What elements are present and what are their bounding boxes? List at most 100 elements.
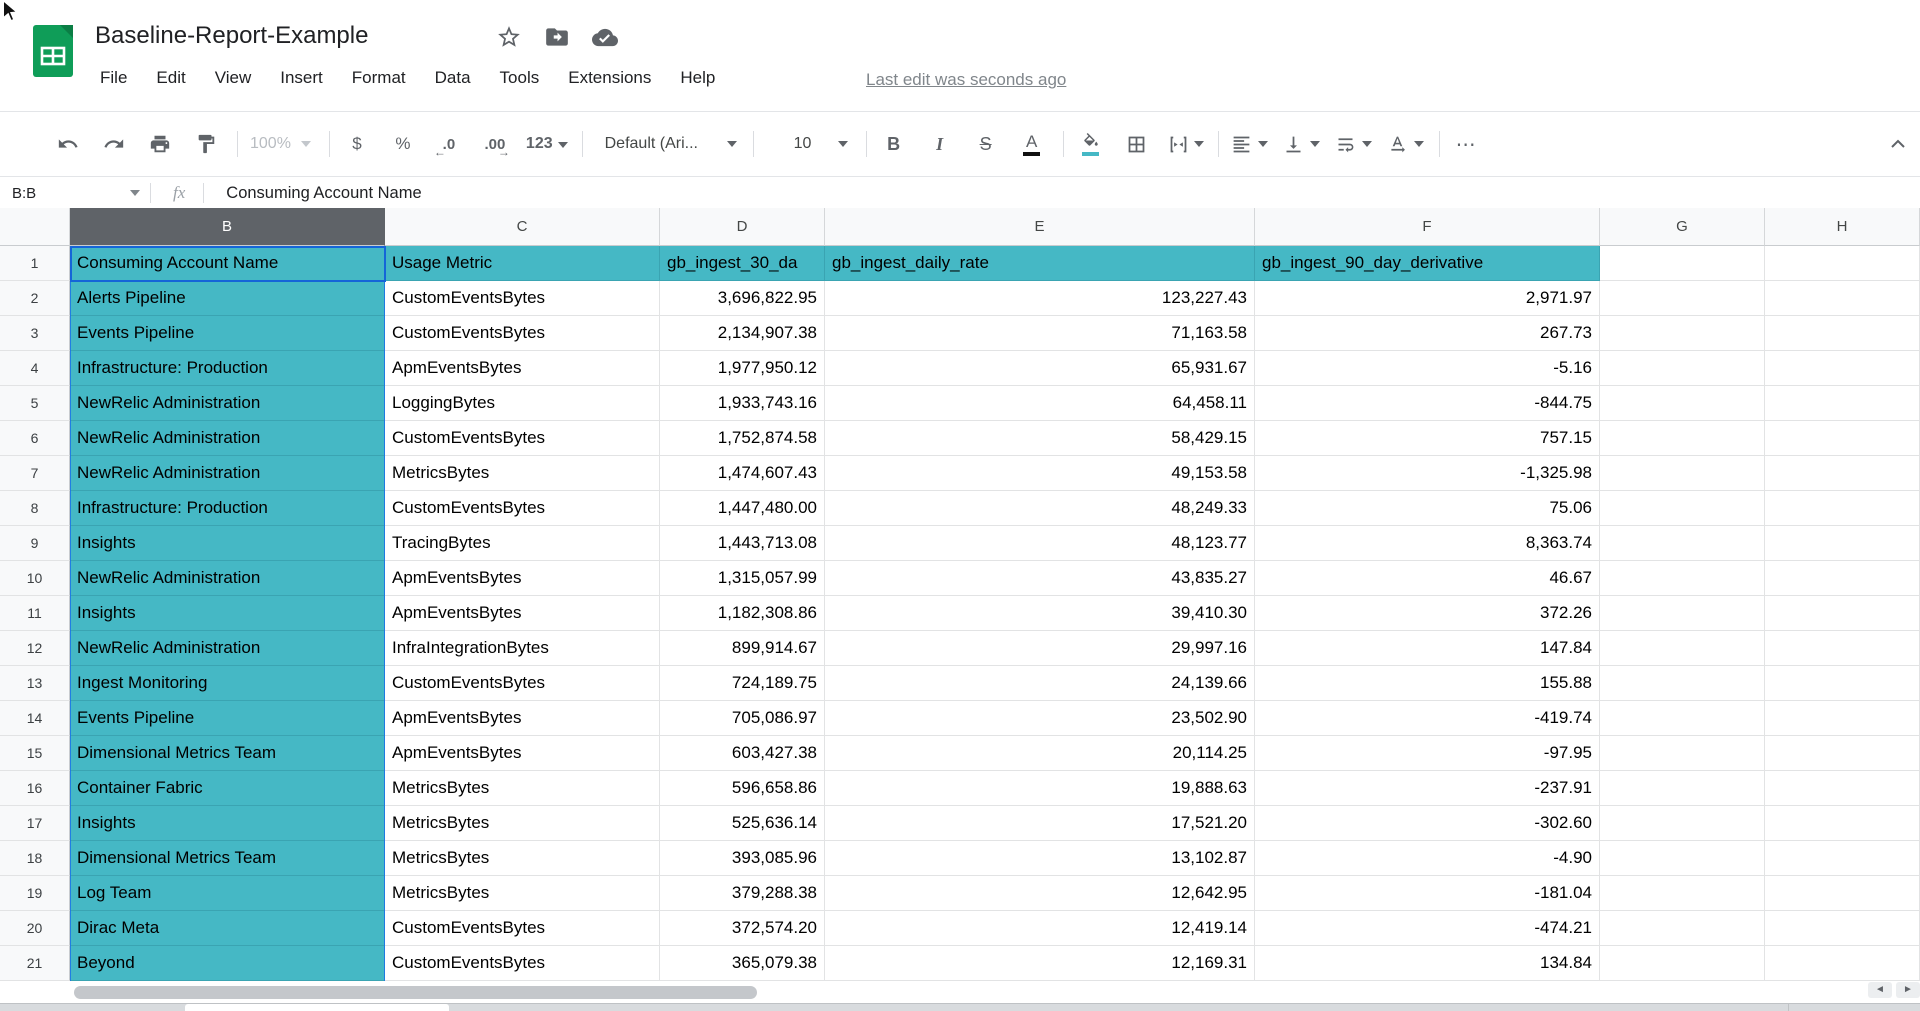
cell-D18[interactable]: 393,085.96 (660, 841, 825, 876)
cell-E13[interactable]: 24,139.66 (825, 666, 1255, 701)
cell-E11[interactable]: 39,410.30 (825, 596, 1255, 631)
cell-F18[interactable]: -4.90 (1255, 841, 1600, 876)
cell-D4[interactable]: 1,977,950.12 (660, 351, 825, 386)
cell-E10[interactable]: 43,835.27 (825, 561, 1255, 596)
cell-G18[interactable] (1600, 841, 1765, 876)
cell-F16[interactable]: -237.91 (1255, 771, 1600, 806)
cell-B6[interactable]: NewRelic Administration (70, 421, 385, 456)
cell-F15[interactable]: -97.95 (1255, 736, 1600, 771)
cell-D8[interactable]: 1,447,480.00 (660, 491, 825, 526)
row-header-12[interactable]: 12 (0, 631, 70, 666)
cell-E12[interactable]: 29,997.16 (825, 631, 1255, 666)
row-header-18[interactable]: 18 (0, 841, 70, 876)
cell-C9[interactable]: TracingBytes (385, 526, 660, 561)
cell-B21[interactable]: Beyond (70, 946, 385, 981)
cell-E7[interactable]: 49,153.58 (825, 456, 1255, 491)
cell-G5[interactable] (1600, 386, 1765, 421)
cell-H11[interactable] (1765, 596, 1920, 631)
cell-E17[interactable]: 17,521.20 (825, 806, 1255, 841)
cell-G1[interactable] (1600, 246, 1765, 281)
cell-F4[interactable]: -5.16 (1255, 351, 1600, 386)
italic-button[interactable]: I (925, 129, 955, 159)
vertical-align-button[interactable] (1283, 134, 1320, 155)
cell-B14[interactable]: Events Pipeline (70, 701, 385, 736)
cell-E6[interactable]: 58,429.15 (825, 421, 1255, 456)
more-toolbar-button[interactable]: ⋯ (1452, 129, 1482, 159)
cell-B7[interactable]: NewRelic Administration (70, 456, 385, 491)
row-header-11[interactable]: 11 (0, 596, 70, 631)
text-color-button[interactable]: A (1017, 129, 1047, 159)
name-box[interactable]: B:B (0, 178, 150, 208)
cell-B15[interactable]: Dimensional Metrics Team (70, 736, 385, 771)
cell-D20[interactable]: 372,574.20 (660, 911, 825, 946)
cell-E8[interactable]: 48,249.33 (825, 491, 1255, 526)
cell-C12[interactable]: InfraIntegrationBytes (385, 631, 660, 666)
cell-C20[interactable]: CustomEventsBytes (385, 911, 660, 946)
cell-D6[interactable]: 1,752,874.58 (660, 421, 825, 456)
cell-C13[interactable]: CustomEventsBytes (385, 666, 660, 701)
cell-C7[interactable]: MetricsBytes (385, 456, 660, 491)
row-header-6[interactable]: 6 (0, 421, 70, 456)
scroll-right-button[interactable]: ► (1896, 982, 1920, 998)
cell-G3[interactable] (1600, 316, 1765, 351)
cell-H1[interactable] (1765, 246, 1920, 281)
cell-H5[interactable] (1765, 386, 1920, 421)
fill-color-button[interactable] (1076, 129, 1106, 159)
cell-F13[interactable]: 155.88 (1255, 666, 1600, 701)
cell-C16[interactable]: MetricsBytes (385, 771, 660, 806)
cell-E16[interactable]: 19,888.63 (825, 771, 1255, 806)
cell-B2[interactable]: Alerts Pipeline (70, 281, 385, 316)
bold-button[interactable]: B (879, 129, 909, 159)
cell-C8[interactable]: CustomEventsBytes (385, 491, 660, 526)
cell-F14[interactable]: -419.74 (1255, 701, 1600, 736)
undo-button[interactable] (53, 129, 83, 159)
text-rotation-button[interactable] (1387, 134, 1424, 155)
cell-H18[interactable] (1765, 841, 1920, 876)
cell-E19[interactable]: 12,642.95 (825, 876, 1255, 911)
cell-H19[interactable] (1765, 876, 1920, 911)
column-header-F[interactable]: F (1255, 208, 1600, 246)
decrease-decimal-button[interactable]: .0← (434, 129, 464, 159)
cell-D5[interactable]: 1,933,743.16 (660, 386, 825, 421)
cell-B18[interactable]: Dimensional Metrics Team (70, 841, 385, 876)
cell-D12[interactable]: 899,914.67 (660, 631, 825, 666)
cell-C18[interactable]: MetricsBytes (385, 841, 660, 876)
column-header-E[interactable]: E (825, 208, 1255, 246)
number-format-button[interactable]: 123 (526, 135, 568, 153)
cell-F11[interactable]: 372.26 (1255, 596, 1600, 631)
merge-cells-button[interactable] (1168, 134, 1204, 155)
cell-D2[interactable]: 3,696,822.95 (660, 281, 825, 316)
cell-F17[interactable]: -302.60 (1255, 806, 1600, 841)
row-header-20[interactable]: 20 (0, 911, 70, 946)
cell-E4[interactable]: 65,931.67 (825, 351, 1255, 386)
cell-E20[interactable]: 12,419.14 (825, 911, 1255, 946)
cell-B9[interactable]: Insights (70, 526, 385, 561)
cell-F20[interactable]: -474.21 (1255, 911, 1600, 946)
format-percent-button[interactable]: % (388, 129, 418, 159)
cell-H6[interactable] (1765, 421, 1920, 456)
row-header-15[interactable]: 15 (0, 736, 70, 771)
horizontal-scrollbar-thumb[interactable] (74, 986, 757, 999)
cell-B17[interactable]: Insights (70, 806, 385, 841)
formula-bar-value[interactable]: Consuming Account Name (226, 184, 421, 203)
cell-B16[interactable]: Container Fabric (70, 771, 385, 806)
row-header-13[interactable]: 13 (0, 666, 70, 701)
cell-F6[interactable]: 757.15 (1255, 421, 1600, 456)
row-header-21[interactable]: 21 (0, 946, 70, 981)
font-selector[interactable]: Default (Ari... (595, 135, 745, 153)
cell-D3[interactable]: 2,134,907.38 (660, 316, 825, 351)
cell-B13[interactable]: Ingest Monitoring (70, 666, 385, 701)
cell-H16[interactable] (1765, 771, 1920, 806)
cell-H9[interactable] (1765, 526, 1920, 561)
cell-C1[interactable]: Usage Metric (385, 246, 660, 281)
last-edit-link[interactable]: Last edit was seconds ago (866, 70, 1066, 90)
cell-C11[interactable]: ApmEventsBytes (385, 596, 660, 631)
row-header-5[interactable]: 5 (0, 386, 70, 421)
cell-D17[interactable]: 525,636.14 (660, 806, 825, 841)
cell-B3[interactable]: Events Pipeline (70, 316, 385, 351)
cell-C2[interactable]: CustomEventsBytes (385, 281, 660, 316)
cell-F5[interactable]: -844.75 (1255, 386, 1600, 421)
hide-toolbar-chevron[interactable] (1890, 139, 1906, 149)
cell-B8[interactable]: Infrastructure: Production (70, 491, 385, 526)
cell-C4[interactable]: ApmEventsBytes (385, 351, 660, 386)
